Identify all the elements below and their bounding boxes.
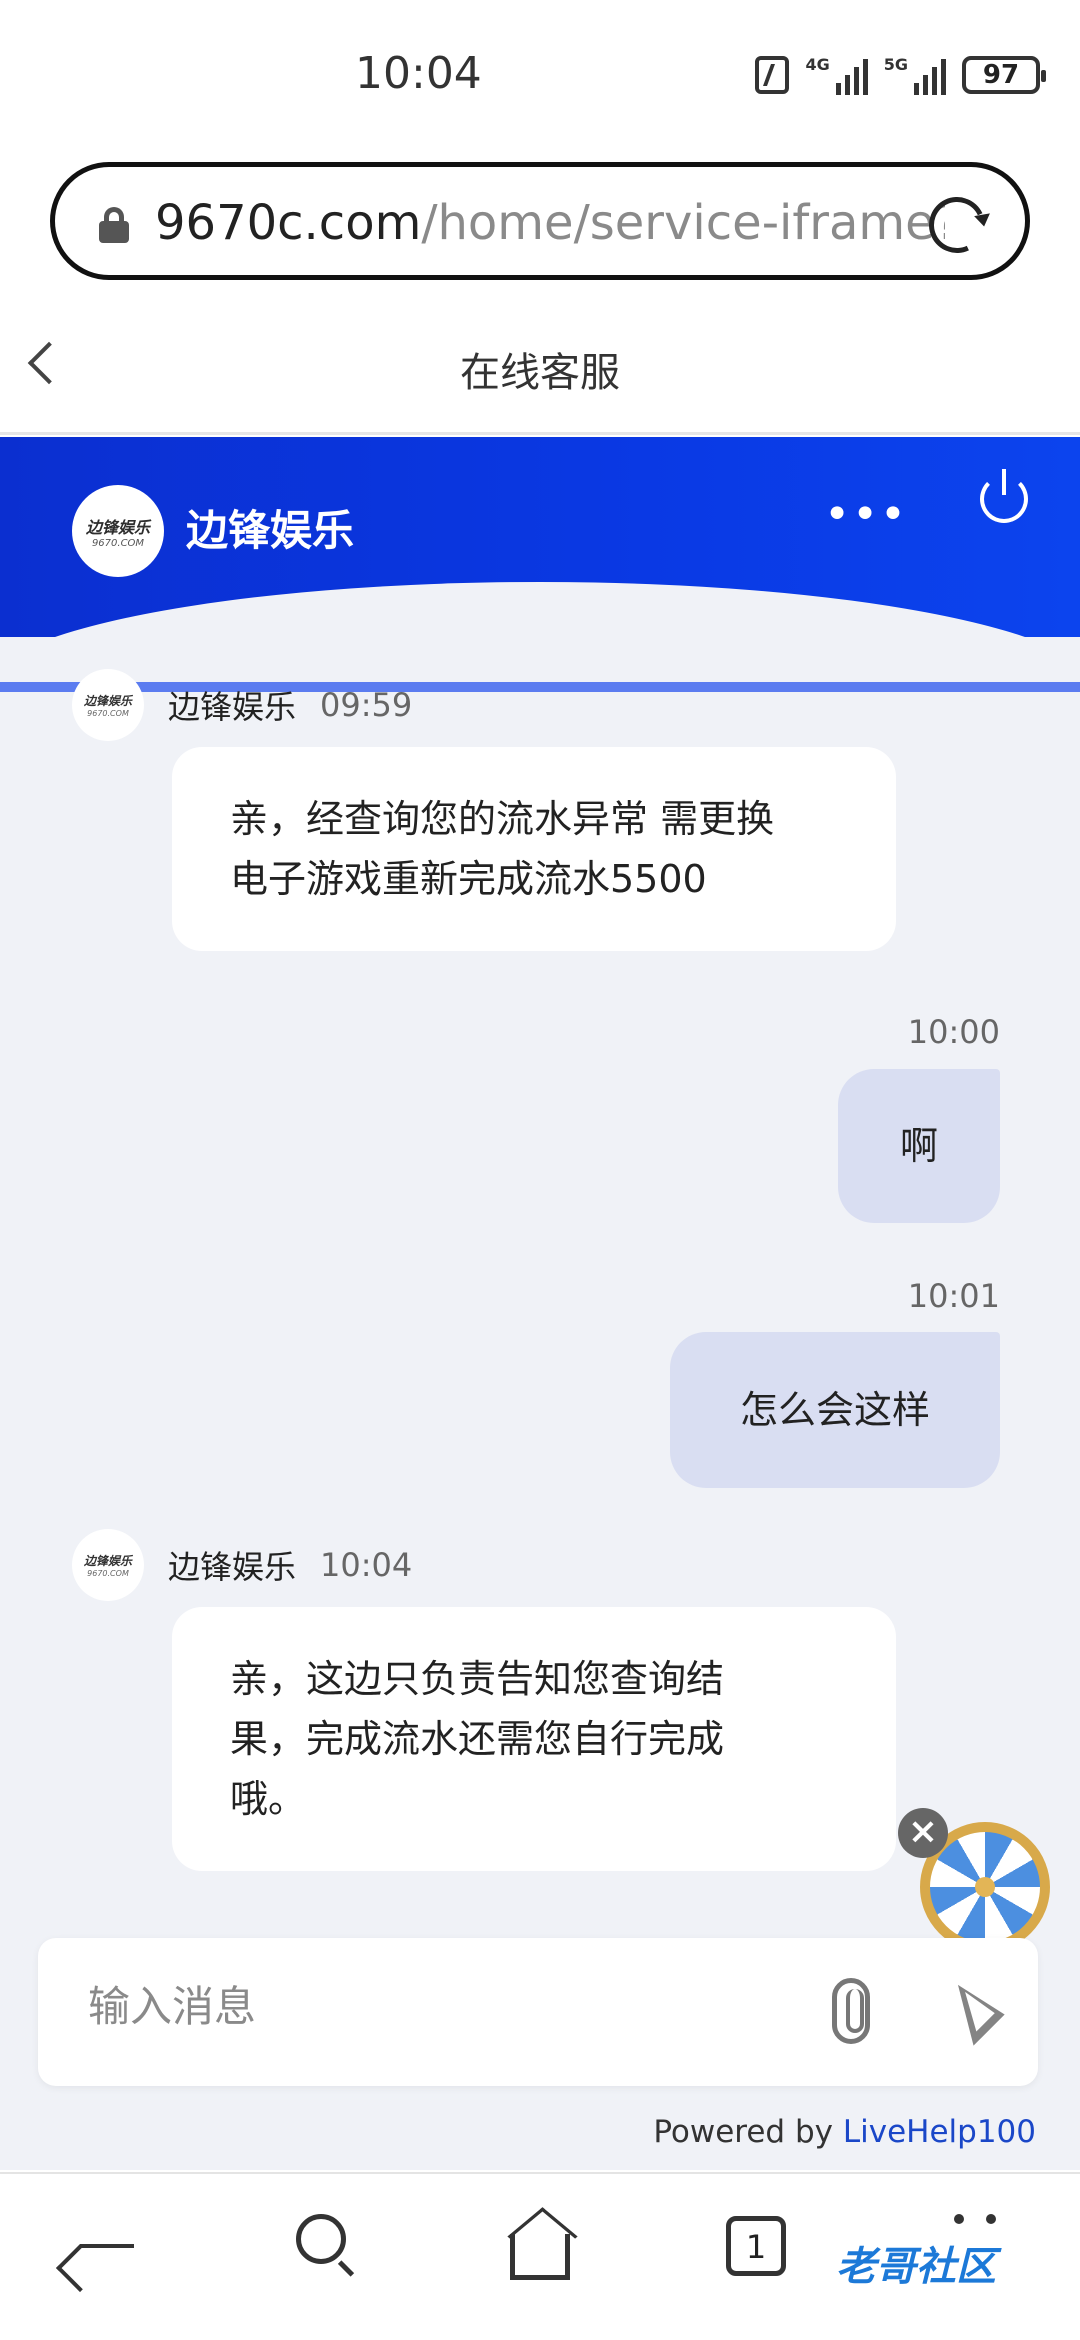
more-options-icon[interactable]: •••	[824, 489, 908, 540]
browser-bottom-nav: 1 老哥社区	[0, 2172, 1080, 2340]
agent-message-bubble: 亲，这边只负责告知您查询结 果，完成流水还需您自行完成 哦。	[172, 1607, 896, 1871]
message-time: 10:01	[907, 1277, 1000, 1315]
agent-avatar: 边锋娱乐 9670.COM	[72, 1529, 144, 1601]
agent-message-bubble: 亲，经查询您的流水异常 需更换 电子游戏重新完成流水5500	[172, 747, 896, 951]
message-line: 电子游戏重新完成流水5500	[230, 857, 707, 901]
agent-message-meta: 边锋娱乐 9670.COM 边锋娱乐 09:59	[72, 669, 412, 741]
page-header: 在线客服	[0, 300, 1080, 435]
avatar-logo-text: 边锋娱乐	[83, 1554, 132, 1568]
search-icon[interactable]	[296, 2214, 346, 2264]
close-widget-button[interactable]: ×	[898, 1808, 948, 1858]
url-domain: 9670c.com	[155, 195, 422, 251]
brand-logo: 边锋娱乐 9670.COM	[72, 485, 164, 577]
nfc-icon	[755, 56, 790, 94]
sender-name: 边锋娱乐	[168, 1548, 297, 1586]
logo-text: 边锋娱乐	[85, 517, 150, 537]
powered-by: Powered by LiveHelp100	[653, 2114, 1036, 2150]
send-icon[interactable]	[935, 1976, 1005, 2046]
home-icon[interactable]	[510, 2234, 570, 2280]
address-bar[interactable]: 9670c.com/home/service-iframe?u	[50, 162, 1030, 280]
message-line: 亲，这边只负责告知您查询结	[230, 1657, 725, 1701]
status-icons: 4G 5G 97	[755, 55, 1046, 95]
message-input[interactable]	[88, 1982, 788, 2031]
message-time: 10:04	[320, 1546, 413, 1584]
message-line: 果，完成流水还需您自行完成	[230, 1717, 725, 1761]
avatar-logo-text: 边锋娱乐	[83, 694, 132, 708]
chat-header: 边锋娱乐 9670.COM 边锋娱乐 •••	[0, 437, 1080, 692]
network-label-5g: 5G	[883, 55, 908, 74]
network-label-4g: 4G	[805, 55, 830, 74]
message-composer	[38, 1938, 1038, 2086]
user-message-bubble: 啊	[838, 1069, 1000, 1223]
avatar-logo-subtext: 9670.COM	[87, 1569, 129, 1578]
logo-subtext: 9670.COM	[91, 537, 145, 549]
avatar-logo-subtext: 9670.COM	[87, 709, 129, 718]
lock-icon[interactable]	[99, 207, 129, 243]
tabs-icon[interactable]: 1	[726, 2216, 786, 2276]
back-arrow-icon[interactable]	[80, 2244, 134, 2248]
sender-name: 边锋娱乐	[168, 688, 297, 726]
status-bar: 10:04 4G 5G 97	[0, 0, 1080, 150]
page-title: 在线客服	[460, 350, 620, 396]
message-time: 09:59	[320, 686, 413, 724]
chat-brand-name: 边锋娱乐	[186, 506, 355, 555]
battery-icon: 97	[962, 56, 1046, 94]
power-icon[interactable]	[980, 469, 1028, 523]
attachment-icon[interactable]	[832, 1978, 870, 2044]
powered-prefix: Powered by	[653, 2114, 843, 2150]
user-message-bubble: 怎么会这样	[670, 1332, 1000, 1488]
message-time: 10:00	[907, 1013, 1000, 1051]
message-line: 哦。	[230, 1777, 307, 1821]
agent-avatar: 边锋娱乐 9670.COM	[72, 669, 144, 741]
agent-message-meta: 边锋娱乐 9670.COM 边锋娱乐 10:04	[72, 1529, 412, 1601]
watermark-logo: 老哥社区	[836, 2244, 996, 2290]
signal-4g-icon: 4G	[805, 55, 868, 95]
url-text[interactable]: 9670c.com/home/service-iframe?u	[155, 195, 945, 251]
message-line: 亲，经查询您的流水异常 需更换	[230, 797, 775, 841]
signal-5g-icon: 5G	[884, 55, 946, 95]
url-path: /home/service-iframe?u	[421, 195, 945, 251]
powered-brand-link[interactable]: LiveHelp100	[843, 2114, 1036, 2150]
status-time: 10:04	[355, 48, 482, 99]
